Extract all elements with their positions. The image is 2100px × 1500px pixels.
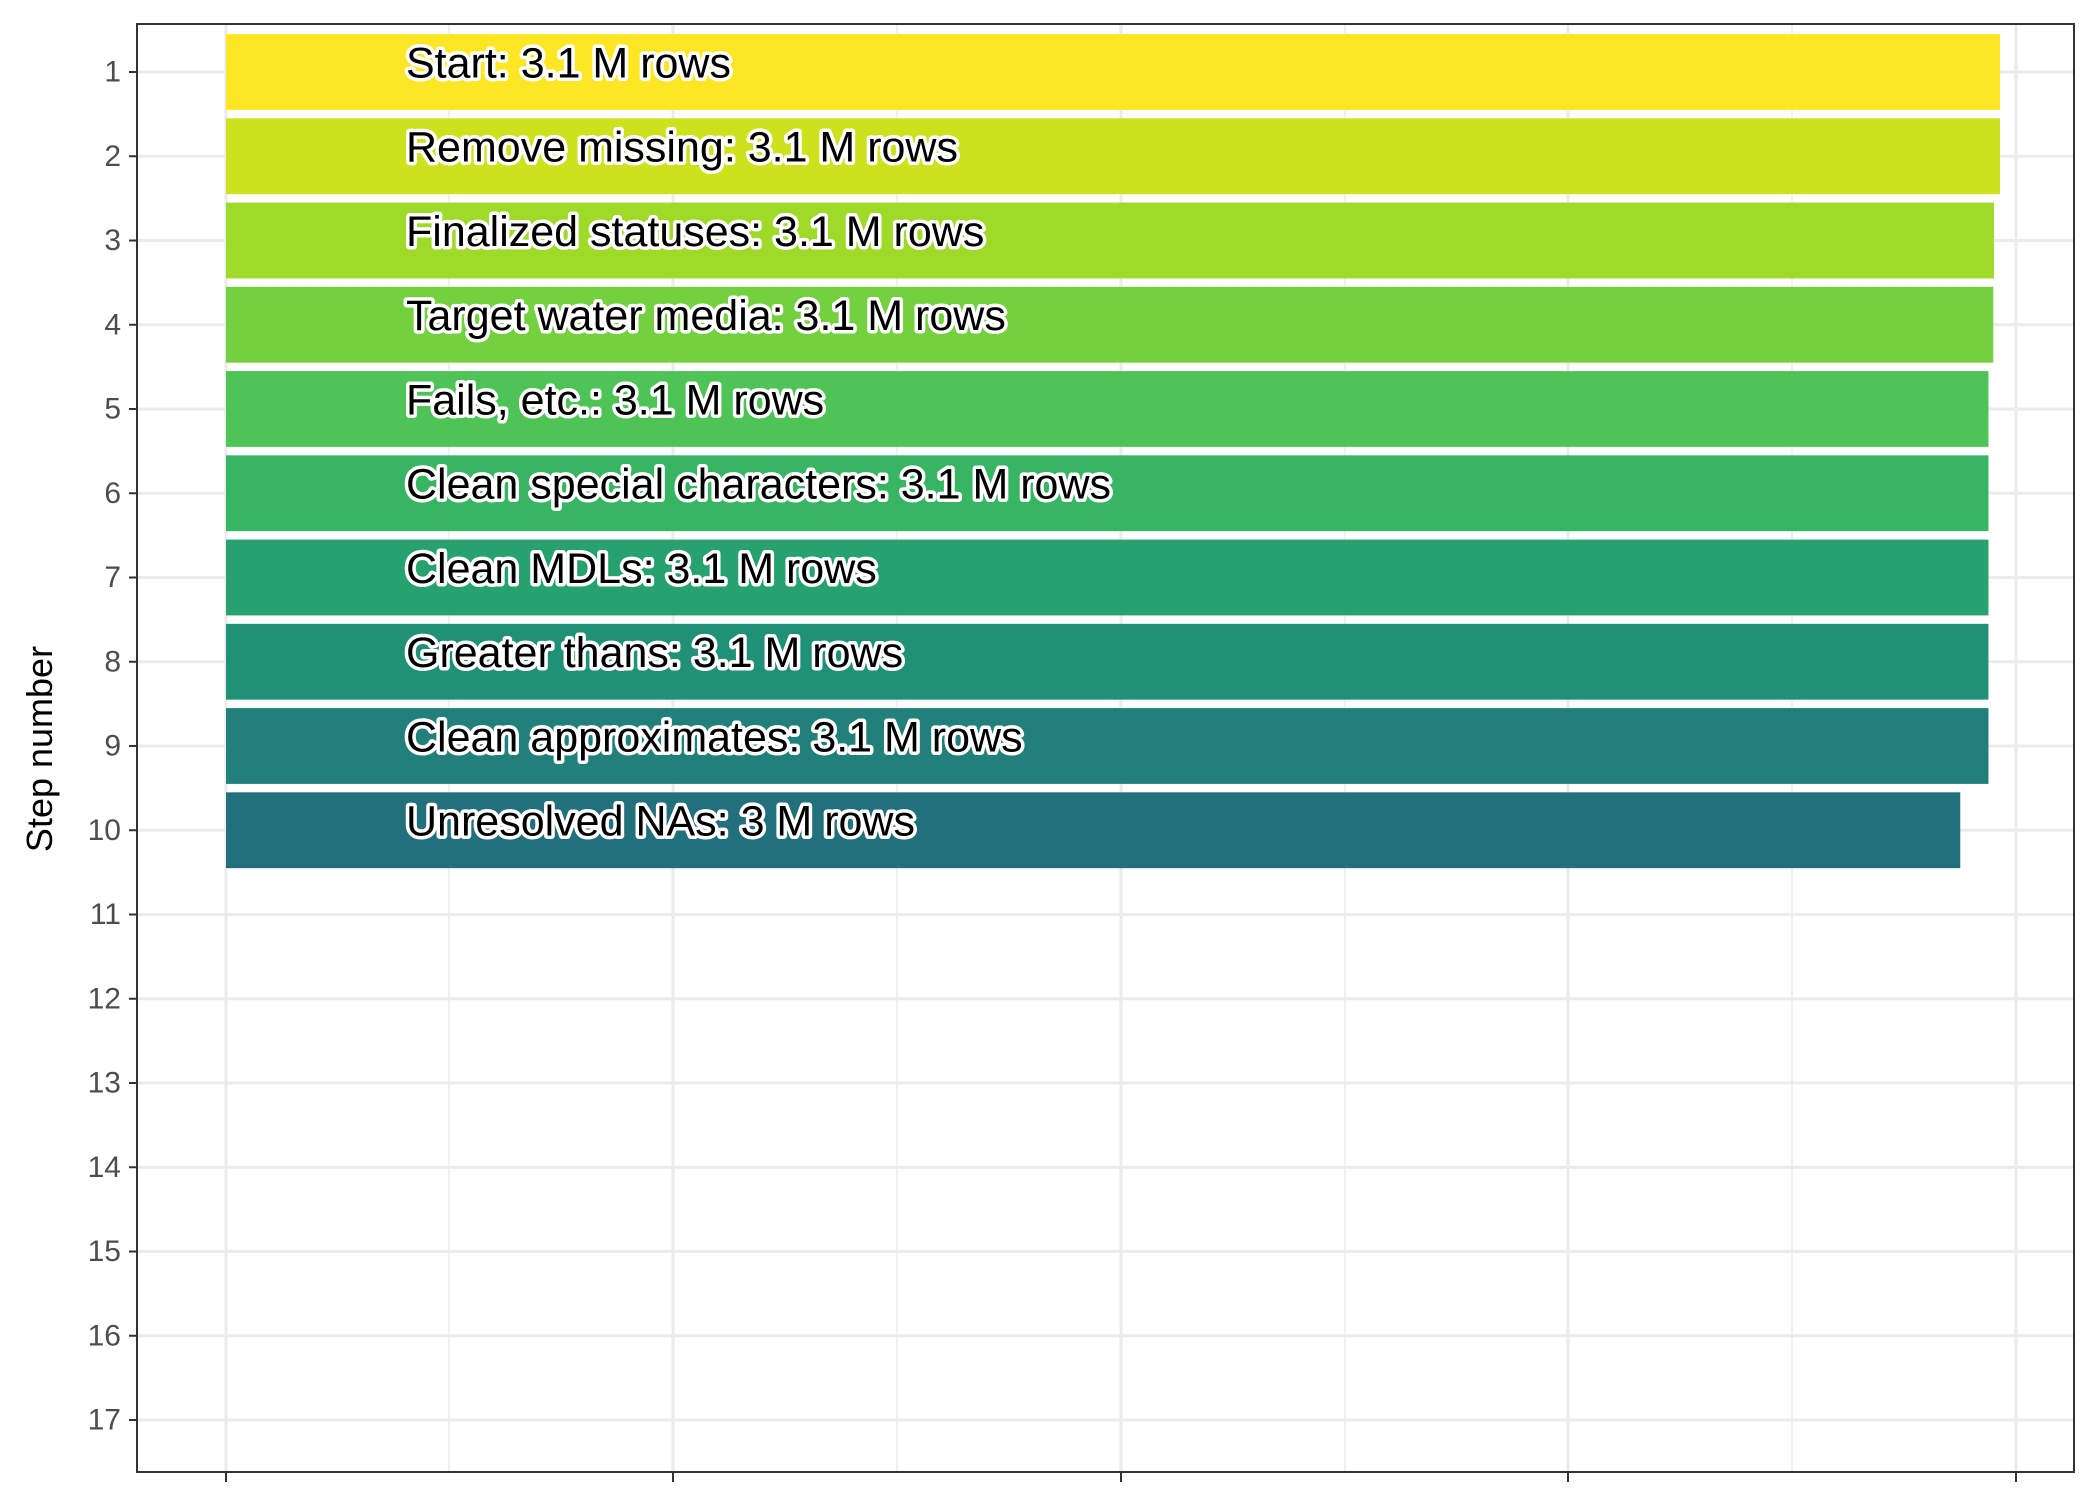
step-bar-chart: Start: 3.1 M rows Remove missing: 3.1 M r… <box>19 23 2075 1482</box>
y-tick-label: 3 <box>104 224 121 257</box>
y-tick-label: 8 <box>104 645 121 678</box>
y-tick-label: 5 <box>104 393 121 426</box>
y-tick-label: 16 <box>88 1319 121 1352</box>
bar-label-step-7: Clean MDLs: 3.1 M rows <box>406 545 877 593</box>
y-axis: 1234567891011121314151617 <box>88 56 137 1437</box>
y-tick-label: 13 <box>88 1067 121 1100</box>
y-tick-label: 1 <box>104 56 121 89</box>
bar-label-step-6: Clean special characters: 3.1 M rows <box>406 461 1111 509</box>
y-tick-label: 12 <box>88 982 121 1015</box>
y-tick-label: 7 <box>104 561 121 594</box>
bar-label-step-3: Finalized statuses: 3.1 M rows <box>406 208 984 256</box>
bar-label-step-4: Target water media: 3.1 M rows <box>406 292 1006 340</box>
y-tick-label: 4 <box>104 308 121 341</box>
x-axis <box>225 1472 2017 1482</box>
y-tick-label: 17 <box>88 1404 121 1437</box>
y-tick-label: 14 <box>88 1151 121 1184</box>
bar-label-step-2: Remove missing: 3.1 M rows <box>406 124 958 172</box>
bar-label-step-5: Fails, etc.: 3.1 M rows <box>406 376 824 424</box>
y-axis-title: Step number <box>19 646 60 852</box>
y-tick-label: 11 <box>90 898 121 931</box>
y-tick-label: 15 <box>88 1235 121 1268</box>
y-tick-label: 9 <box>104 730 121 763</box>
bar-label-step-1: Start: 3.1 M rows <box>406 39 731 87</box>
bar-label-step-10: Unresolved NAs: 3 M rows <box>406 798 915 846</box>
bar-label-step-8: Greater thans: 3.1 M rows <box>406 629 903 677</box>
y-tick-label: 6 <box>104 477 121 510</box>
y-tick-label: 10 <box>88 814 121 847</box>
y-tick-label: 2 <box>104 140 121 173</box>
bar-label-step-9: Clean approximates: 3.1 M rows <box>406 713 1023 761</box>
